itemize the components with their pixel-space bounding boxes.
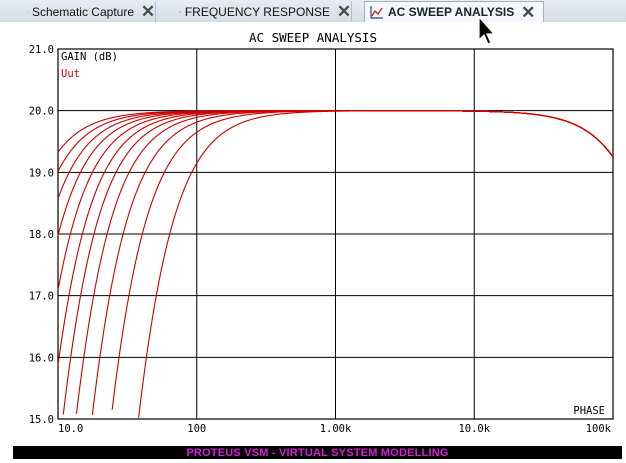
mouse-cursor-icon [478,16,496,45]
x-tick-label: 100k [586,423,612,435]
schematic-icon [27,11,28,12]
gain-trace [62,110,614,415]
y-tick-label: 15.0 [29,414,54,426]
tab-label: Schematic Capture [31,4,134,19]
x-tick-label: 1.00k [320,423,352,435]
tab-bar: Schematic Capture ✕ FREQUENCY RESPONSE ✕… [0,0,626,23]
tab-schematic-capture[interactable]: Schematic Capture ✕ [22,1,156,22]
status-bar: PROTEUS VSM - VIRTUAL SYSTEM MODELLING [13,446,622,459]
tab-frequency-response[interactable]: FREQUENCY RESPONSE ✕ [174,1,352,22]
chart-title: AC SWEEP ANALYSIS [249,30,377,45]
ac-sweep-chart[interactable]: AC SWEEP ANALYSIS GAIN (dB) Uut PHASE 21… [0,22,626,446]
x-tick-label: 10.0k [458,423,490,435]
y-tick-label: 16.0 [29,352,54,364]
tab-label: FREQUENCY RESPONSE [184,4,330,19]
graph-icon [370,6,383,19]
close-icon[interactable]: ✕ [337,3,351,20]
y-tick-label: 21.0 [29,44,54,56]
phase-axis-label: PHASE [573,405,605,417]
gain-trace [75,110,614,414]
y-tick-label: 17.0 [29,291,54,303]
y-axis-label: GAIN (dB) [61,51,118,63]
graph-panel: AC SWEEP ANALYSIS GAIN (dB) Uut PHASE 21… [0,22,626,463]
gain-trace [91,110,614,415]
trace-label: Uut [61,68,80,80]
y-tick-label: 20.0 [29,106,54,118]
graph-icon [179,10,181,13]
y-tick-label: 18.0 [29,229,54,241]
close-icon[interactable]: ✕ [521,4,535,21]
x-tick-label: 100 [187,423,206,435]
y-tick-label: 19.0 [29,167,54,179]
gain-trace [111,110,614,410]
tab-ac-sweep-analysis[interactable]: AC SWEEP ANALYSIS ✕ [364,1,544,22]
close-icon[interactable]: ✕ [141,3,155,20]
gain-trace [138,110,614,418]
x-tick-label: 10.0 [58,423,83,435]
chart-grid [57,48,614,420]
